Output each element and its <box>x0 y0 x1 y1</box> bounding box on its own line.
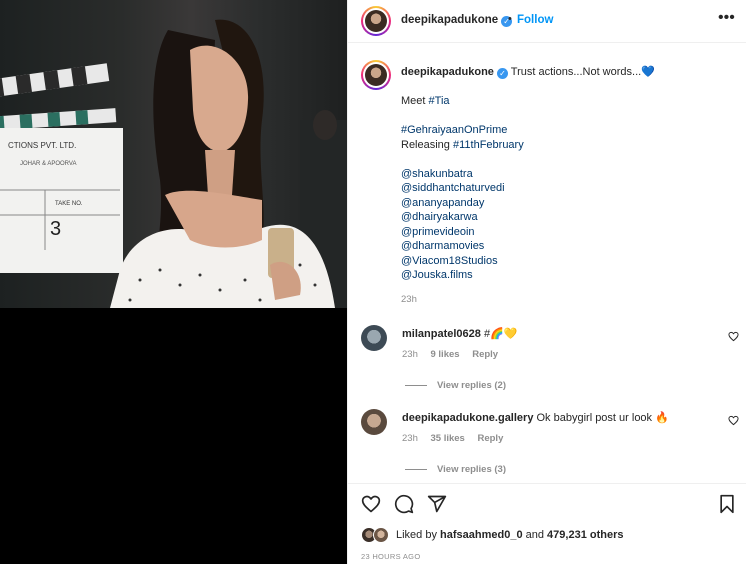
liked-by-text: Liked by hafsaahmed0_0 and 479,231 other… <box>396 529 623 541</box>
likes-count[interactable]: 479,231 others <box>547 529 623 541</box>
separator-dot: • <box>508 13 512 25</box>
author-username-text[interactable]: deepikapadukone <box>401 14 498 26</box>
commenter-avatar[interactable] <box>361 409 387 435</box>
mention-link[interactable]: @shakunbatra <box>401 167 721 182</box>
svg-text:JOHAR & APOORVA: JOHAR & APOORVA <box>20 161 76 167</box>
share-paper-plane-icon[interactable] <box>427 494 447 514</box>
comment-text-line: milanpatel0628 #🌈💛 <box>402 327 517 340</box>
liked-by-prefix: Liked by <box>396 529 441 541</box>
save-bookmark-icon[interactable] <box>718 494 736 514</box>
comment-text: Ok babygirl post ur look 🔥 <box>536 412 669 424</box>
caption-author[interactable]: deepikapadukone <box>401 66 494 78</box>
caption-text: Trust actions...Not words... <box>510 66 642 78</box>
post-detail-panel: deepikapadukone ✓ • Follow ••• deepikapad… <box>347 0 746 564</box>
mention-link[interactable]: @siddhantchaturvedi <box>401 181 721 196</box>
liked-by-user[interactable]: hafsaahmed0_0 <box>440 529 523 541</box>
svg-text:TAKE NO.: TAKE NO. <box>55 201 83 207</box>
reply-button[interactable]: Reply <box>477 433 503 444</box>
view-replies-label[interactable]: View replies (2) <box>437 380 506 391</box>
comment-likes[interactable]: 35 likes <box>431 433 465 444</box>
caption-meet-prefix: Meet <box>401 95 429 107</box>
author-avatar[interactable] <box>361 6 391 36</box>
hashtag-release-date[interactable]: #11thFebruary <box>453 139 524 151</box>
comment-bubble-icon[interactable] <box>394 494 414 514</box>
hashtag-tia[interactable]: #Tia <box>429 95 450 107</box>
caption-author-avatar[interactable] <box>361 60 391 90</box>
commenter-avatar[interactable] <box>361 325 387 351</box>
comment-time[interactable]: 23h <box>402 349 418 360</box>
view-replies-dash <box>405 384 427 386</box>
commenter-username[interactable]: deepikapadukone.gallery <box>402 412 533 424</box>
mention-link[interactable]: @primevideoin <box>401 225 721 240</box>
mention-link[interactable]: @Viacom18Studios <box>401 254 721 269</box>
reply-button[interactable]: Reply <box>472 349 498 360</box>
comment-text-line: deepikapadukone.gallery Ok babygirl post… <box>402 411 669 424</box>
comment-meta: 23h 35 likes Reply <box>402 433 513 444</box>
photo-illustration: CTIONS PVT. LTD. JOHAR & APOORVA 3 TAKE … <box>0 19 347 308</box>
posted-time[interactable]: 23 HOURS AGO <box>361 552 420 561</box>
more-options-icon[interactable]: ••• <box>718 9 735 27</box>
post-photo[interactable]: CTIONS PVT. LTD. JOHAR & APOORVA 3 TAKE … <box>0 0 347 308</box>
mention-link[interactable]: @dharmamovies <box>401 239 721 254</box>
follow-button[interactable]: Follow <box>517 14 553 26</box>
svg-text:3: 3 <box>50 218 61 240</box>
caption-timestamp[interactable]: 23h <box>401 293 721 308</box>
hashtag-gehraiyaan[interactable]: #GehraiyaanOnPrime <box>401 123 721 138</box>
like-comment-heart-icon[interactable] <box>728 331 739 342</box>
view-replies-label[interactable]: View replies (3) <box>437 464 506 475</box>
caption-releasing-prefix: Releasing <box>401 138 453 151</box>
svg-text:CTIONS PVT. LTD.: CTIONS PVT. LTD. <box>8 141 76 150</box>
caption-meet-line: Meet #Tia <box>401 94 721 109</box>
like-heart-icon[interactable] <box>361 494 381 514</box>
liked-by-and: and <box>522 529 548 541</box>
mention-link[interactable]: @ananyapanday <box>401 196 721 211</box>
blue-heart-emoji: 💙 <box>641 66 655 78</box>
view-replies-button[interactable]: View replies (2) <box>405 380 506 391</box>
view-replies-button[interactable]: View replies (3) <box>405 464 506 475</box>
verified-icon: ✓ <box>496 68 508 79</box>
post-header: deepikapadukone ✓ • Follow ••• <box>348 0 746 43</box>
caption-releasing-line: Releasing #11thFebruary <box>401 138 721 153</box>
mention-link[interactable]: @dhairyakarwa <box>401 210 721 225</box>
comment-meta: 23h 9 likes Reply <box>402 349 508 360</box>
caption-first-line: deepikapadukone ✓ Trust actions...Not wor… <box>401 65 721 80</box>
commenter-username[interactable]: milanpatel0628 <box>402 328 481 340</box>
comment-time[interactable]: 23h <box>402 433 418 444</box>
comment-text: #🌈💛 <box>483 328 518 340</box>
caption: deepikapadukone ✓ Trust actions...Not wor… <box>401 65 721 307</box>
liker-avatar <box>373 527 389 543</box>
like-comment-heart-icon[interactable] <box>728 415 739 426</box>
mention-link[interactable]: @Jouska.films <box>401 268 721 283</box>
post-actions: Liked by hafsaahmed0_0 and 479,231 other… <box>348 483 746 564</box>
comment-likes[interactable]: 9 likes <box>431 349 460 360</box>
view-replies-dash <box>405 468 427 470</box>
post-media: CTIONS PVT. LTD. JOHAR & APOORVA 3 TAKE … <box>0 0 347 564</box>
author-username[interactable]: deepikapadukone ✓ <box>401 14 513 27</box>
